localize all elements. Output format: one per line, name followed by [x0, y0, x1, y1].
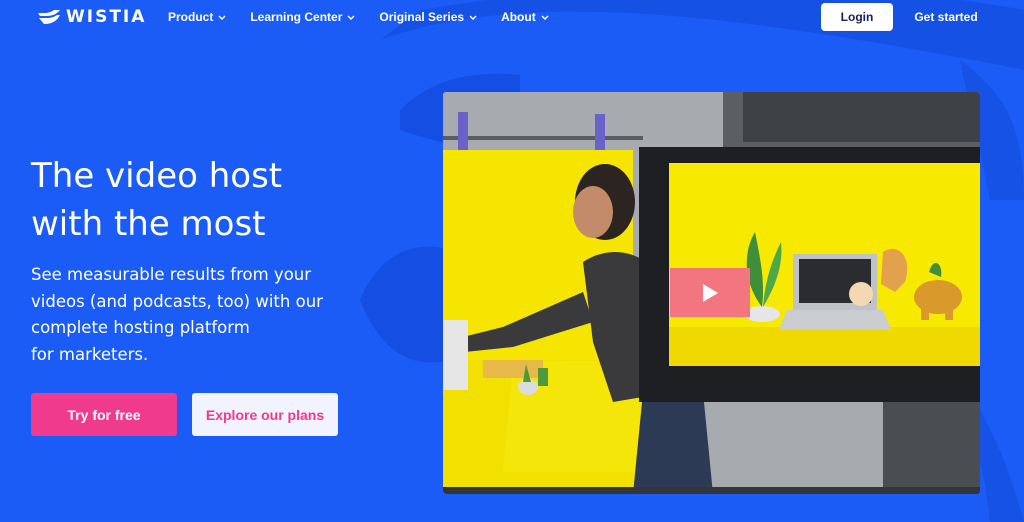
nav-item-label: Product [168, 10, 214, 24]
hero-subtitle-line: See measurable results from your [31, 265, 312, 284]
chevron-down-icon [347, 15, 355, 20]
wistia-logo-icon [38, 10, 60, 24]
nav-item-about[interactable]: About [501, 10, 549, 24]
nav-item-label: About [501, 10, 536, 24]
nav-item-product[interactable]: Product [168, 10, 226, 24]
try-for-free-button[interactable]: Try for free [31, 393, 177, 436]
site-header: WISTIA Product Learning Center Original … [0, 0, 1024, 36]
nav-item-learning-center[interactable]: Learning Center [250, 10, 355, 24]
chevron-down-icon [541, 15, 549, 20]
main-nav: Product Learning Center Original Series … [168, 10, 549, 24]
nav-item-label: Original Series [379, 10, 465, 24]
hero-subtitle-line: complete hosting platform [31, 318, 250, 337]
hero-title-line: with the most [31, 204, 266, 244]
wistia-logo[interactable]: WISTIA [38, 7, 146, 27]
hero-title-line: The video host [31, 156, 283, 196]
logo-wordmark: WISTIA [66, 7, 147, 27]
chevron-down-icon [469, 15, 477, 20]
play-button[interactable] [670, 268, 750, 317]
hero-title: The video host with the most [31, 152, 371, 248]
nav-item-original-series[interactable]: Original Series [379, 10, 477, 24]
play-icon [703, 283, 718, 302]
chevron-down-icon [218, 15, 226, 20]
hero-subtitle-line: for marketers. [31, 344, 149, 364]
hero-video-player[interactable] [443, 92, 980, 494]
hero-subtitle: See measurable results from your videos … [31, 262, 351, 368]
get-started-button[interactable]: Get started [905, 3, 987, 31]
hero-subtitle-line: videos (and podcasts, too) with our [31, 291, 323, 311]
nav-item-label: Learning Center [250, 10, 343, 24]
explore-plans-button[interactable]: Explore our plans [192, 393, 338, 436]
login-button[interactable]: Login [821, 3, 893, 31]
